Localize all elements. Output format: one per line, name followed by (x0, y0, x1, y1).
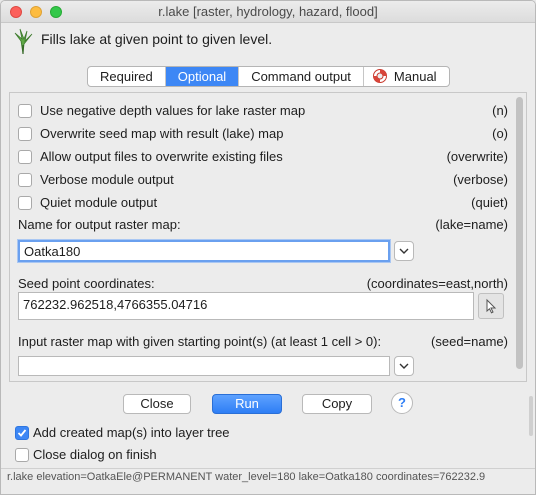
option-label: Overwrite seed map with result (lake) ma… (40, 126, 284, 141)
option-key: (quiet) (471, 195, 508, 210)
seed-input[interactable] (18, 356, 390, 376)
tab-required[interactable]: Required (88, 67, 166, 86)
tab-manual[interactable]: Manual (364, 67, 449, 86)
status-bar: r.lake elevation=OatkaEle@PERMANENT wate… (1, 468, 535, 494)
option-key: (o) (492, 126, 508, 141)
option-key: (n) (492, 103, 508, 118)
option-overwrite-seed[interactable]: Overwrite seed map with result (lake) ma… (18, 125, 508, 145)
lake-key: (lake=name) (435, 217, 508, 232)
checkbox-overwrite-seed[interactable] (18, 127, 32, 141)
coordinates-label: Seed point coordinates: (18, 276, 155, 291)
option-verbose[interactable]: Verbose module output (verbose) (18, 171, 508, 191)
add-layer-label: Add created map(s) into layer tree (33, 425, 230, 440)
close-on-finish-checkbox[interactable] (15, 448, 29, 462)
seed-key: (seed=name) (431, 334, 508, 349)
checkbox-quiet[interactable] (18, 196, 32, 210)
tab-optional[interactable]: Optional (165, 67, 240, 86)
option-key: (verbose) (453, 172, 508, 187)
option-label: Verbose module output (40, 172, 174, 187)
lake-name-input[interactable]: Oatka180 (18, 240, 390, 262)
option-key: (overwrite) (446, 149, 508, 164)
checkbox-verbose[interactable] (18, 173, 32, 187)
option-negative-depth[interactable]: Use negative depth values for lake raste… (18, 102, 508, 122)
checkmark-icon (17, 429, 27, 437)
panel-scrollbar[interactable] (516, 97, 523, 369)
help-button[interactable]: ? (391, 392, 413, 414)
tab-command-output[interactable]: Command output (239, 67, 364, 86)
cursor-arrow-icon (486, 298, 497, 314)
dialog-window: r.lake [raster, hydrology, hazard, flood… (0, 0, 536, 495)
optional-panel: Use negative depth values for lake raste… (9, 92, 527, 382)
lake-label: Name for output raster map: (18, 217, 181, 232)
option-overwrite[interactable]: Allow output files to overwrite existing… (18, 148, 508, 168)
lifebuoy-icon (372, 69, 387, 83)
coordinates-key: (coordinates=east,north) (366, 276, 508, 291)
title-bar: r.lake [raster, hydrology, hazard, flood… (1, 1, 535, 23)
coordinates-input[interactable]: 762232.962518,4766355.04716 (18, 292, 474, 320)
copy-button[interactable]: Copy (302, 394, 372, 414)
checkbox-overwrite[interactable] (18, 150, 32, 164)
module-header: Fills lake at given point to given level… (9, 27, 529, 57)
window-maximize-button[interactable] (50, 6, 62, 18)
option-quiet[interactable]: Quiet module output (quiet) (18, 194, 508, 214)
close-on-finish-label: Close dialog on finish (33, 447, 157, 462)
seed-dropdown-button[interactable] (394, 356, 414, 376)
window-minimize-button[interactable] (30, 6, 42, 18)
command-preview: r.lake elevation=OatkaEle@PERMANENT wate… (7, 471, 486, 483)
pick-coordinates-button[interactable] (478, 293, 504, 319)
chevron-down-icon (399, 363, 409, 369)
close-button[interactable]: Close (123, 394, 191, 414)
option-label: Allow output files to overwrite existing… (40, 149, 283, 164)
dialog-scrollbar[interactable] (529, 396, 533, 436)
tab-bar: Required Optional Command output Manual (87, 66, 450, 87)
option-label: Use negative depth values for lake raste… (40, 103, 306, 118)
add-layer-checkbox[interactable] (15, 426, 29, 440)
seed-label: Input raster map with given starting poi… (18, 334, 382, 349)
lake-dropdown-button[interactable] (394, 241, 414, 261)
chevron-down-icon (399, 248, 409, 254)
window-title: r.lake [raster, hydrology, hazard, flood… (158, 4, 378, 19)
window-close-button[interactable] (10, 6, 22, 18)
grass-logo-icon (14, 28, 33, 55)
checkbox-negative-depth[interactable] (18, 104, 32, 118)
run-button[interactable]: Run (212, 394, 282, 414)
option-label: Quiet module output (40, 195, 158, 210)
module-description: Fills lake at given point to given level… (41, 31, 273, 47)
